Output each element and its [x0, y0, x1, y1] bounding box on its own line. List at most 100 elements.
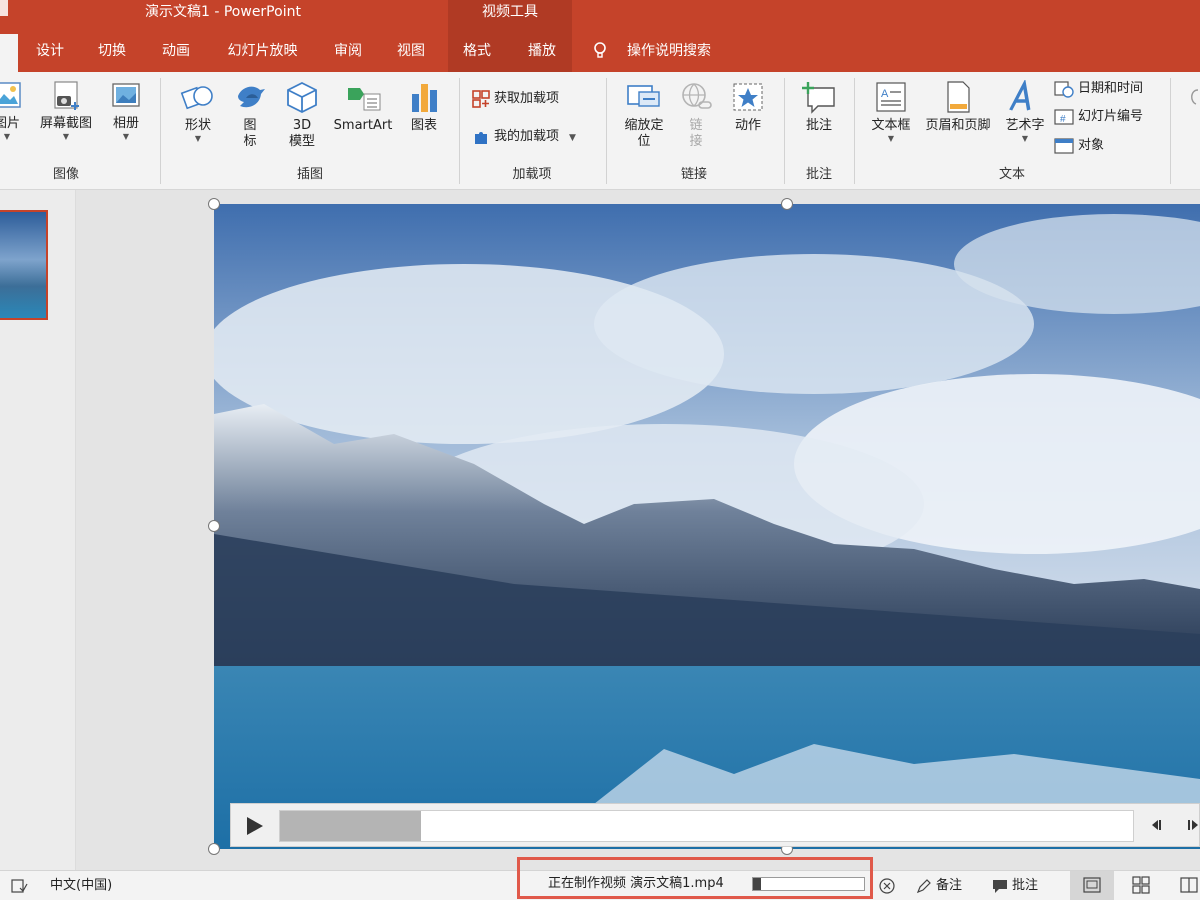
chevron-down-icon: ▼ — [122, 132, 130, 141]
reading-view-icon[interactable] — [1180, 876, 1198, 894]
text-group-label: 文本 — [998, 167, 1025, 182]
comments-button[interactable]: 批注 — [992, 871, 1038, 900]
skip-forward-icon[interactable] — [1187, 818, 1200, 832]
tell-me-search[interactable]: 操作说明搜索 — [623, 36, 715, 66]
resize-handle-bottom-left[interactable] — [208, 843, 220, 855]
video-control-bar — [230, 803, 1200, 847]
bird-icon — [238, 86, 265, 108]
video-frame[interactable] — [214, 204, 1200, 849]
export-status-highlight-box — [517, 857, 873, 899]
globe-link-icon — [682, 83, 712, 109]
shapes-button[interactable]: 形状 ▼ — [176, 80, 220, 144]
chart-label: 图表 — [410, 118, 437, 133]
3d-models-label-1: 3D — [292, 118, 312, 133]
zoom-button[interactable]: 缩放定 位 — [614, 80, 674, 150]
resize-handle-top-left[interactable] — [208, 198, 220, 210]
wordart-button[interactable]: 艺术字 ▼ — [1000, 80, 1050, 144]
bar-chart-icon — [412, 84, 437, 112]
seek-bar[interactable] — [279, 810, 1134, 842]
language-indicator[interactable]: 中文(中国) — [50, 871, 112, 900]
tab-view[interactable]: 视图 — [395, 36, 427, 66]
app-icon — [0, 0, 8, 16]
icons-button[interactable]: 图 标 — [230, 80, 270, 150]
slide-number-button[interactable]: # 幻灯片编号 — [1054, 106, 1143, 128]
store-grid-icon — [472, 89, 490, 108]
header-footer-label: 页眉和页脚 — [925, 118, 991, 133]
wordart-icon — [1009, 80, 1031, 111]
play-icon[interactable] — [239, 812, 267, 840]
slide-thumbnail[interactable] — [0, 210, 48, 320]
powerpoint-window: 演示文稿1 - PowerPoint 视频工具 设计 切换 动画 幻灯片放映 审… — [0, 0, 1200, 900]
zoom-label-1: 缩放定 — [624, 118, 664, 133]
photo-album-icon — [112, 83, 140, 107]
svg-text:A: A — [881, 88, 889, 100]
screenshot-icon — [54, 81, 79, 110]
seek-bar-played — [280, 811, 421, 841]
tab-insert-active-stub[interactable] — [0, 34, 18, 72]
tab-playback[interactable]: 播放 — [526, 36, 558, 66]
my-addins-label: 我的加载项 — [494, 129, 560, 144]
screenshot-button[interactable]: 屏幕截图 ▼ — [34, 80, 98, 142]
shapes-label: 形状 — [184, 118, 211, 133]
normal-view-icon — [1083, 877, 1101, 893]
pictures-button[interactable]: 图片 ▼ — [0, 80, 24, 142]
notes-label: 备注 — [936, 878, 963, 893]
screenshot-label: 屏幕截图 — [39, 116, 92, 131]
link-label-1: 链 — [689, 118, 703, 133]
cancel-export-icon[interactable] — [878, 871, 896, 900]
title-bar: 演示文稿1 - PowerPoint 视频工具 设计 切换 动画 幻灯片放映 审… — [0, 0, 1200, 72]
get-addins-label: 获取加载项 — [494, 91, 560, 106]
smartart-button[interactable]: SmartArt — [330, 80, 396, 134]
object-button[interactable]: 对象 — [1054, 135, 1104, 157]
tab-transitions[interactable]: 切换 — [96, 36, 128, 66]
get-addins-button[interactable]: 获取加载项 — [472, 88, 559, 110]
chevron-down-icon: ▼ — [887, 134, 895, 143]
comments-label: 批注 — [1012, 878, 1039, 893]
smartart-label: SmartArt — [333, 118, 393, 133]
chevron-down-icon: ▼ — [62, 132, 70, 141]
slide-sorter-view-icon[interactable] — [1132, 876, 1150, 894]
date-time-label: 日期和时间 — [1078, 81, 1144, 96]
skip-back-icon[interactable] — [1149, 818, 1163, 832]
normal-view-button[interactable] — [1070, 871, 1114, 900]
tab-review[interactable]: 审阅 — [332, 36, 364, 66]
chevron-down-icon: ▼ — [3, 132, 11, 141]
resize-handle-left[interactable] — [208, 520, 220, 532]
my-addins-button[interactable]: 我的加载项 ▼ — [472, 126, 576, 148]
ribbon-separator — [459, 78, 460, 184]
illustrations-group-label: 插图 — [296, 167, 323, 182]
chevron-down-icon: ▼ — [1021, 134, 1029, 143]
photo-album-label: 相册 — [112, 116, 139, 131]
object-icon — [1054, 137, 1074, 154]
new-comment-button[interactable]: 批注 — [796, 80, 842, 134]
icons-label-1: 图 — [243, 118, 257, 133]
ribbon-separator — [1170, 78, 1171, 184]
object-label: 对象 — [1078, 138, 1105, 153]
tab-design[interactable]: 设计 — [34, 36, 66, 66]
puzzle-icon — [475, 131, 487, 144]
3d-models-button[interactable]: 3D 模型 — [282, 80, 322, 150]
photo-album-button[interactable]: 相册 ▼ — [104, 80, 148, 142]
symbols-icon[interactable] — [1186, 86, 1200, 116]
ribbon-separator — [606, 78, 607, 184]
links-group-label: 链接 — [680, 167, 707, 182]
chart-button[interactable]: 图表 — [404, 80, 444, 134]
resize-handle-top[interactable] — [781, 198, 793, 210]
comments-group-label: 批注 — [805, 167, 832, 182]
svg-text:#: # — [1060, 114, 1066, 125]
action-button[interactable]: 动作 — [726, 80, 770, 134]
header-footer-button[interactable]: 页眉和页脚 — [920, 80, 996, 134]
chevron-down-icon: ▼ — [194, 134, 202, 143]
tab-format[interactable]: 格式 — [461, 36, 493, 66]
link-button[interactable]: 链 接 — [676, 80, 716, 150]
textbox-button[interactable]: A 文本框 ▼ — [866, 80, 916, 144]
spelling-check-icon[interactable] — [10, 871, 28, 900]
tab-animations[interactable]: 动画 — [160, 36, 192, 66]
tab-slideshow[interactable]: 幻灯片放映 — [225, 36, 300, 66]
pictures-label: 图片 — [0, 116, 20, 131]
notes-button[interactable]: 备注 — [916, 871, 962, 900]
cube-icon — [287, 81, 317, 114]
shapes-icon — [180, 86, 213, 110]
lightbulb-icon — [594, 42, 606, 58]
date-time-button[interactable]: 日期和时间 — [1054, 78, 1143, 100]
